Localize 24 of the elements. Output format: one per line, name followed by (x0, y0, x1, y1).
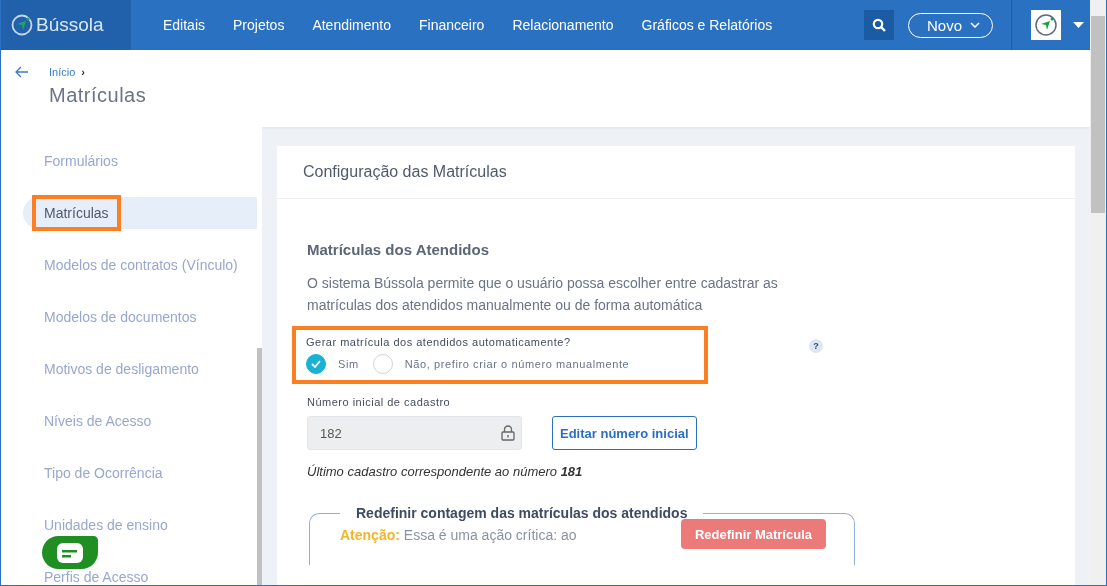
question-label: Gerar matrícula dos atendidos automaticamente? (306, 336, 572, 348)
nav-link[interactable]: Gráficos e Relatórios (627, 17, 787, 33)
nav-link[interactable]: Atendimento (298, 17, 405, 33)
description: O sistema Bússola permite que o usuário possa escolher entre cadastrar as matrículas dos atendidos manualmente ou de forma automática (307, 274, 779, 315)
field-label: Número inicial de cadastro (307, 396, 452, 408)
nav-link[interactable]: Relacionamento (498, 17, 628, 33)
reset-button[interactable]: Redefinir Matrícula (680, 519, 826, 549)
last-number-note: Último cadastro correspondente ao número 181 (307, 464, 584, 479)
nav-link[interactable]: Projetos (219, 17, 299, 33)
breadcrumb-link[interactable]: Início (49, 66, 76, 78)
warning-text: Atenção: Essa é uma ação crítica: ao (340, 527, 577, 543)
nav-link[interactable]: Financeiro (405, 17, 499, 33)
help-icon[interactable]: ? (809, 339, 823, 353)
radio-option[interactable]: Não, prefiro criar o número manualmente (372, 354, 630, 374)
sidebar-item[interactable]: Matrículas (23, 197, 257, 229)
section-title: Matrículas dos Atendidos (307, 241, 490, 258)
panel-title: Redefinir contagem das matrículas dos atendidos (355, 505, 689, 521)
edit-button[interactable]: Editar número inicial (552, 416, 697, 450)
brand-name: Bússola (36, 14, 104, 36)
nav-link[interactable]: Editais (149, 17, 220, 33)
radio-option[interactable]: Sim (306, 354, 359, 374)
card-title: Configuração das Matrículas (277, 146, 1075, 199)
breadcrumb-separator: › (81, 66, 85, 78)
page-title: Matrículas (49, 84, 147, 107)
